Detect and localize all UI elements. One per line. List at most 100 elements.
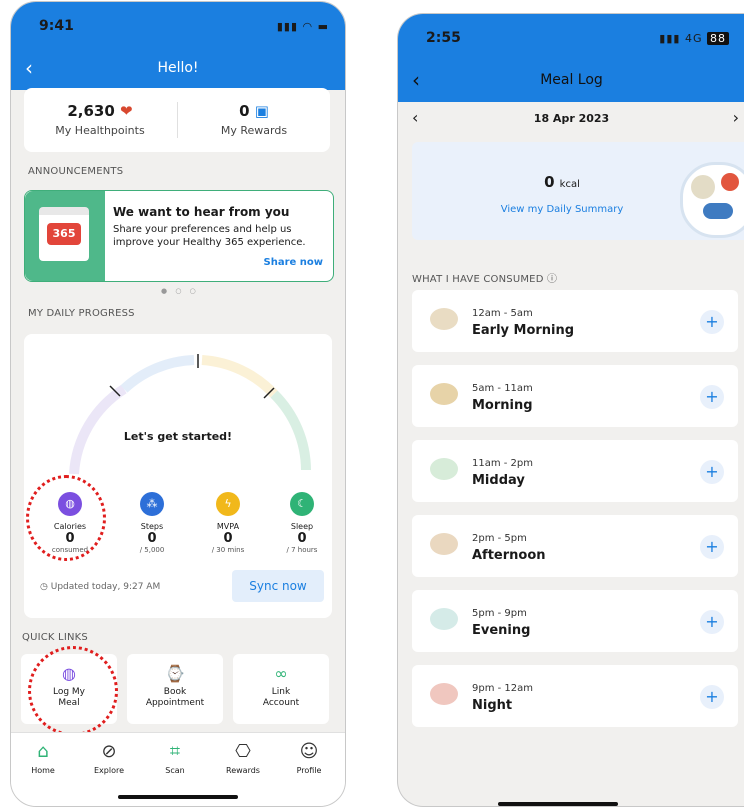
rewards[interactable]: 0 ▣ My Rewards (178, 102, 330, 137)
add-meal-plus-icon[interactable]: + (700, 385, 724, 409)
heart-icon: ❤ (120, 102, 133, 120)
dumpling-icon (430, 308, 458, 330)
add-meal-plus-icon[interactable]: + (700, 460, 724, 484)
battery-icon: 88 (707, 32, 729, 45)
healthpoints[interactable]: 2,630 ❤ My Healthpoints (24, 102, 176, 137)
meal-time: 5am - 11am (472, 383, 533, 394)
nav-label: Scan (165, 766, 185, 775)
metric-mvpa[interactable]: ϟ MVPA 0 / 30 mins (196, 492, 260, 554)
announcement-badge: 365 (47, 223, 81, 245)
metric-label: MVPA (216, 522, 240, 531)
phone-home-screen: 9:41 ▮▮▮ ◠ ▬ ‹ Hello! 2,630 ❤ My Healthp… (10, 1, 346, 807)
meal-row-afternoon[interactable]: 2pm - 5pm Afternoon + (412, 515, 738, 577)
meal-time: 5pm - 9pm (472, 608, 527, 619)
gift-icon: ⎔ (235, 741, 251, 762)
add-meal-plus-icon[interactable]: + (700, 685, 724, 709)
phone-meal-log-screen: 2:55 ▮▮▮ 4G 88 ‹ Meal Log ‹ 18 Apr 2023 … (397, 13, 744, 807)
kcal-value: 0 (544, 173, 555, 191)
daily-summary-card: 0 kcal View my Daily Summary (412, 142, 744, 240)
meal-row-night[interactable]: 9pm - 12am Night + (412, 665, 738, 727)
sync-now-button[interactable]: Sync now (232, 570, 324, 602)
status-bar: 9:41 ▮▮▮ ◠ ▬ (11, 2, 345, 46)
clock-icon: ◷ (40, 582, 48, 592)
add-meal-plus-icon[interactable]: + (700, 310, 724, 334)
food-plate-illustration (680, 162, 744, 238)
footsteps-icon: ⁂ (140, 492, 164, 516)
metric-sub: / 30 mins (211, 546, 245, 554)
carousel-dots[interactable]: ● ○ ○ (161, 287, 199, 295)
metric-label: Sleep (290, 522, 314, 531)
meal-name: Night (472, 698, 513, 713)
metric-sub: / 5,000 (139, 546, 165, 554)
rewards-value: 0 (239, 102, 250, 120)
consumed-heading: WHAT I HAVE CONSUMED ⓘ (412, 274, 558, 285)
nav-explore[interactable]: ⊘ Explore (79, 741, 139, 775)
nav-home[interactable]: ⌂ Home (13, 741, 73, 775)
meal-name: Midday (472, 473, 525, 488)
moon-icon: ☾ (290, 492, 314, 516)
share-now-link[interactable]: Share now (264, 257, 324, 268)
meal-name: Evening (472, 623, 531, 638)
healthpoints-value: 2,630 (67, 102, 115, 120)
announcement-body: Share your preferences and help us impro… (113, 224, 306, 248)
nav-scan[interactable]: ⌗ Scan (145, 741, 205, 775)
meal-name: Afternoon (472, 548, 546, 563)
home-icon: ⌂ (37, 741, 49, 762)
lightning-icon: ϟ (216, 492, 240, 516)
nav-label: Explore (93, 766, 125, 775)
quick-link-book-appointment[interactable]: ⌚ Book Appointment (127, 654, 223, 724)
next-day-chevron-icon[interactable]: › (733, 108, 739, 127)
status-time: 9:41 (39, 18, 74, 34)
nav-label: Rewards (226, 766, 260, 775)
announcement-banner[interactable]: 365 We want to hear from you Share your … (24, 190, 334, 282)
quick-links-heading: QUICK LINKS (22, 632, 88, 643)
scan-icon: ⌗ (169, 741, 181, 762)
home-indicator (118, 795, 238, 799)
highlight-circle-log-meal (28, 646, 118, 736)
compass-icon: ⊘ (101, 741, 117, 762)
nav-rewards[interactable]: ⎔ Rewards (213, 741, 273, 775)
nav-label: Home (31, 766, 55, 775)
daily-progress-card: Let's get started! ◍ Calories 0 consumed… (24, 334, 332, 618)
updated-text: Updated today, 9:27 AM (50, 582, 161, 592)
announcements-heading: ANNOUNCEMENTS (28, 166, 124, 177)
app-bar: ‹ Meal Log (398, 58, 744, 102)
status-time: 2:55 (426, 30, 461, 46)
meal-row-morning[interactable]: 5am - 11am Morning + (412, 365, 738, 427)
profile-icon: ☺ (299, 741, 319, 762)
metric-value: 0 (297, 531, 307, 546)
page-title: Meal Log (540, 72, 603, 88)
daily-progress-heading: MY DAILY PROGRESS (28, 308, 135, 319)
view-daily-summary-link[interactable]: View my Daily Summary (412, 204, 712, 215)
metric-value: 0 (223, 531, 233, 546)
status-bar: 2:55 ▮▮▮ 4G 88 (398, 14, 744, 58)
metric-sleep[interactable]: ☾ Sleep 0 / 7 hours (270, 492, 334, 554)
watch-icon: ⌚ (165, 664, 185, 683)
gauge-message: Let's get started! (123, 430, 233, 443)
meal-row-early-morning[interactable]: 12am - 5am Early Morning + (412, 290, 738, 352)
quick-link-label: Link Account (262, 687, 300, 708)
metric-steps[interactable]: ⁂ Steps 0 / 5,000 (120, 492, 184, 554)
metric-sub: / 7 hours (286, 546, 318, 554)
add-meal-plus-icon[interactable]: + (700, 535, 724, 559)
progress-gauge (69, 354, 311, 475)
watermelon-icon (430, 683, 458, 705)
bowl-icon (430, 458, 458, 480)
app-bar: ‹ Hello! (11, 46, 345, 90)
bottom-nav: ⌂ Home ⊘ Explore ⌗ Scan ⎔ Rewards ☺ Prof… (11, 732, 345, 806)
ticket-icon: ▣ (254, 102, 269, 120)
meal-time: 9pm - 12am (472, 683, 534, 694)
points-card: 2,630 ❤ My Healthpoints 0 ▣ My Rewards (24, 88, 330, 152)
calendar-icon: 365 (39, 207, 89, 261)
cake-icon (430, 533, 458, 555)
quick-link-link-account[interactable]: ∞ Link Account (233, 654, 329, 724)
selected-date: 18 Apr 2023 (533, 112, 610, 125)
add-meal-plus-icon[interactable]: + (700, 610, 724, 634)
nav-profile[interactable]: ☺ Profile (279, 741, 339, 775)
meal-name: Early Morning (472, 323, 575, 338)
page-title: Hello! (157, 60, 199, 76)
meal-row-midday[interactable]: 11am - 2pm Midday + (412, 440, 738, 502)
announcement-illustration: 365 (25, 191, 105, 281)
updated-info: ◷ Updated today, 9:27 AM (40, 582, 160, 592)
meal-row-evening[interactable]: 5pm - 9pm Evening + (412, 590, 738, 652)
